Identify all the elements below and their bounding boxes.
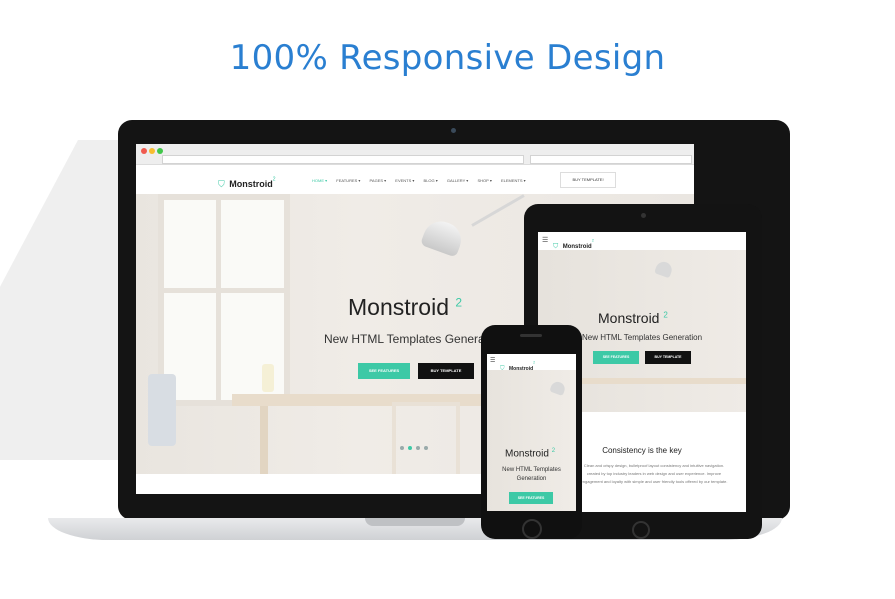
laptop-camera — [451, 128, 456, 133]
vase-decor — [262, 364, 274, 392]
section-line: engagement and loyalty with simple and u… — [580, 479, 728, 484]
tablet-camera — [641, 213, 646, 218]
hero-title: Monstroid 2 — [348, 294, 462, 321]
phone-home-button[interactable] — [522, 519, 542, 539]
tablet-logo-sup: 2 — [591, 237, 594, 243]
browser-url-bar[interactable] — [162, 155, 524, 164]
tablet-hero-title-text: Monstroid — [598, 310, 660, 326]
phone-subtitle-line: New HTML Templates — [502, 467, 561, 473]
phone-logo-sup: 2 — [533, 360, 536, 365]
section-line: created by top industry leaders in web d… — [586, 471, 722, 476]
hero-title-sup: 2 — [455, 295, 463, 310]
maximize-dot[interactable] — [157, 148, 163, 154]
nav-item-elements[interactable]: ELEMENTS ▾ — [501, 178, 526, 183]
tablet-home-button[interactable] — [632, 521, 650, 539]
hero-title-text: Monstroid — [348, 294, 449, 320]
lamp-decor — [654, 259, 674, 279]
tablet-hero-subtitle: New HTML Templates Generation — [582, 333, 703, 342]
shield-logo-icon: ⛉ — [553, 243, 559, 250]
see-features-button[interactable]: SEE FEATURES — [358, 363, 410, 379]
window-bar — [158, 288, 290, 293]
tablet-header: ☰ ⛉ Monstroid2 — [538, 232, 746, 251]
site-logo[interactable]: ⛉ Monstroid2 — [218, 174, 276, 192]
hero-subtitle: New HTML Templates Generation — [324, 332, 505, 346]
menu-icon[interactable]: ☰ — [490, 357, 495, 364]
phone-screen: ☰ ⛉ Monstroid2 Monstroid 2 New HTML Temp… — [487, 354, 576, 511]
phone-hero: Monstroid 2 New HTML Templates Generatio… — [487, 370, 576, 511]
nav-item-home[interactable]: HOME ▾ — [312, 178, 327, 183]
laptop-notch — [365, 518, 465, 526]
logo-text: Monstroid — [229, 179, 273, 189]
phone-header: ☰ ⛉ Monstroid2 — [487, 354, 576, 372]
window-bar-vertical — [216, 194, 221, 406]
browser-chrome — [136, 144, 694, 165]
shield-logo-icon: ⛉ — [218, 179, 225, 189]
phone-subtitle-line: Generation — [516, 476, 547, 482]
slider-dot[interactable] — [416, 446, 420, 450]
nav-item-features[interactable]: FEATURES ▾ — [336, 178, 360, 183]
lamp-arm-decor — [471, 194, 525, 227]
phone-hero-title: Monstroid 2 — [505, 448, 555, 459]
lamp-decor — [420, 216, 466, 258]
nav-item-gallery[interactable]: GALLERY ▾ — [447, 178, 468, 183]
nav-item-events[interactable]: EVENTS ▾ — [395, 178, 414, 183]
tablet-section-text: Clean and crispy design, bulletproof lay… — [566, 462, 742, 486]
site-header: ⛉ Monstroid2 HOME ▾ FEATURES ▾ PAGES ▾ E… — [136, 166, 694, 195]
table-decor — [578, 378, 746, 384]
buy-template-nav-button[interactable]: BUY TEMPLATE! — [560, 172, 616, 188]
logo-superscript: 2 — [272, 176, 276, 183]
site-nav: HOME ▾ FEATURES ▾ PAGES ▾ EVENTS ▾ BLOG … — [312, 178, 534, 183]
tablet-buy-template-button[interactable]: BUY TEMPLATE — [645, 351, 691, 364]
chair-decor — [392, 402, 460, 474]
nav-item-pages[interactable]: PAGES ▾ — [370, 178, 387, 183]
buy-template-button[interactable]: BUY TEMPLATE — [418, 363, 474, 379]
table-leg — [260, 406, 268, 474]
radiator-decor — [148, 374, 176, 446]
phone-hero-subtitle: New HTML Templates Generation — [487, 466, 576, 484]
tablet-see-features-button[interactable]: SEE FEATURES — [593, 351, 639, 364]
slider-dot-active[interactable] — [408, 446, 412, 450]
tablet-hero-title: Monstroid 2 — [598, 310, 668, 326]
phone-hero-title-text: Monstroid — [505, 448, 549, 460]
minimize-dot[interactable] — [149, 148, 155, 154]
lamp-decor — [549, 379, 567, 397]
phone-hero-title-sup: 2 — [551, 448, 556, 454]
page-headline: 100% Responsive Design — [229, 38, 666, 78]
phone-see-features-button[interactable]: SEE FEATURES — [509, 492, 553, 504]
nav-item-blog[interactable]: BLOG ▾ — [424, 178, 438, 183]
section-line: Clean and crispy design, bulletproof lay… — [583, 463, 725, 468]
menu-icon[interactable]: ☰ — [542, 236, 548, 244]
slider-dot[interactable] — [400, 446, 404, 450]
phone-speaker — [520, 334, 542, 337]
slider-dot[interactable] — [424, 446, 428, 450]
tablet-hero-title-sup: 2 — [663, 310, 668, 320]
close-dot[interactable] — [141, 148, 147, 154]
nav-item-shop[interactable]: SHOP ▾ — [477, 178, 491, 183]
browser-search-bar[interactable] — [530, 155, 692, 164]
